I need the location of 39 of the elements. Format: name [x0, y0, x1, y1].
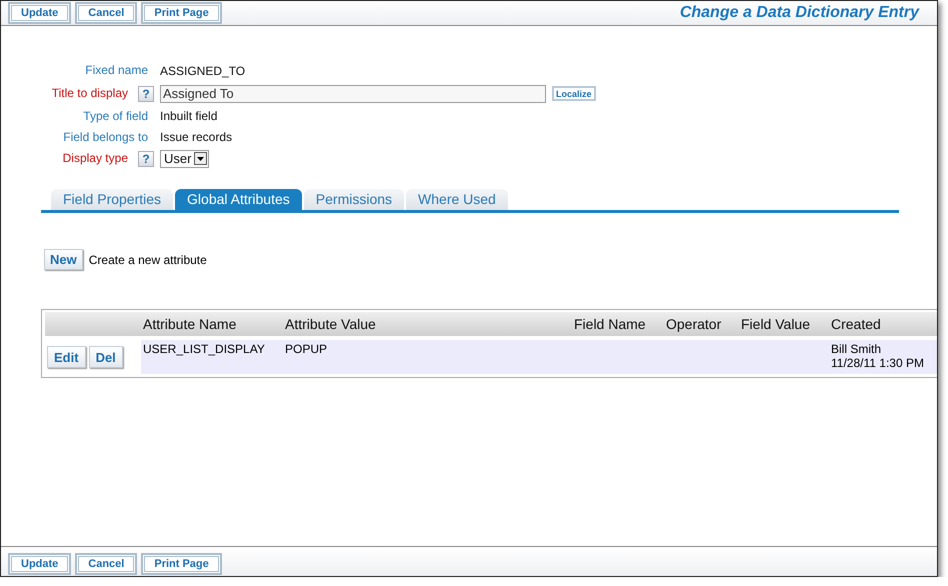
row-action-button[interactable]: Del: [88, 346, 123, 368]
toolbar-button[interactable]: Print Page: [142, 3, 221, 23]
display-type-select[interactable]: User: [160, 150, 210, 168]
field-value: Issue records: [160, 130, 232, 144]
tab[interactable]: Field Properties: [51, 189, 174, 210]
created-date: 11/28/11 1:30 PM: [831, 356, 925, 370]
column-header: Field Name: [574, 316, 646, 332]
localize-button[interactable]: Localize: [552, 86, 596, 101]
tab[interactable]: Global Attributes: [175, 189, 302, 210]
column-header: Created: [831, 316, 881, 332]
column-header: Attribute Value: [285, 316, 376, 332]
table-cell: POPUP: [285, 342, 328, 356]
column-header: Field Value: [741, 316, 810, 332]
new-hint: Create a new attribute: [88, 252, 207, 266]
row-action-button[interactable]: Edit: [47, 346, 86, 368]
dropdown-arrow-icon: [197, 156, 204, 160]
table-cell: USER_LIST_DISPLAY: [143, 342, 265, 356]
title-input[interactable]: Assigned To: [160, 84, 546, 102]
toolbar-button[interactable]: Cancel: [76, 554, 136, 574]
toolbar-button[interactable]: Update: [9, 554, 70, 574]
field-label: Type of field: [83, 108, 148, 125]
toolbar-button[interactable]: Print Page: [142, 554, 221, 574]
tab[interactable]: Where Used: [406, 189, 508, 210]
column-header: Operator: [666, 316, 722, 332]
field-label: Display type: [62, 150, 128, 167]
help-icon[interactable]: ?: [138, 150, 154, 166]
field-label: Field belongs to: [63, 129, 148, 146]
tab[interactable]: Permissions: [304, 189, 404, 210]
toolbar-button[interactable]: Cancel: [76, 3, 136, 23]
field-label: Title to display: [52, 85, 128, 102]
created-by: Bill Smith: [831, 342, 882, 356]
field-value: ASSIGNED_TO: [160, 64, 246, 78]
field-value: Inbuilt field: [160, 109, 218, 123]
field-label: Fixed name: [85, 62, 148, 79]
page-title: Change a Data Dictionary Entry: [680, 4, 919, 22]
help-icon[interactable]: ?: [138, 86, 154, 102]
new-button[interactable]: New: [44, 249, 83, 270]
column-header: Attribute Name: [143, 316, 236, 332]
toolbar-button[interactable]: Update: [9, 3, 70, 23]
